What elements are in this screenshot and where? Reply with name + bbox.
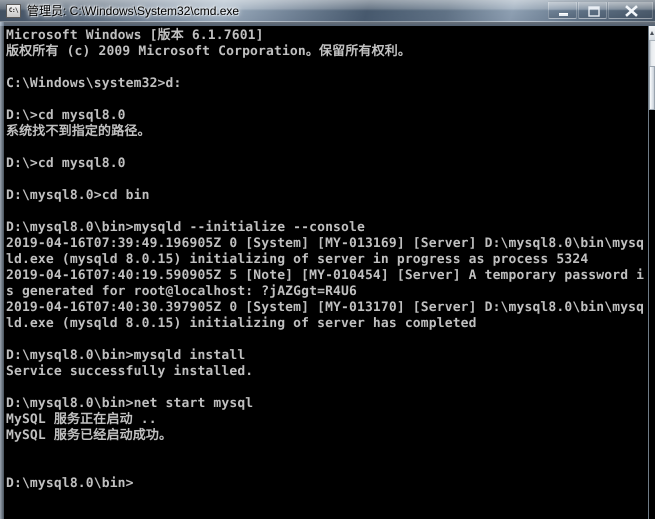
console-line: D:\mysql8.0\bin>net start mysql xyxy=(6,396,254,411)
console-line: D:\>cd mysql8.0 xyxy=(6,108,126,123)
console-line: MySQL 服务已经启动成功。 xyxy=(6,428,173,443)
window-title: 管理员: C:\Windows\System32\cmd.exe xyxy=(27,4,240,18)
console-line: 2019-04-16T07:40:19.590905Z 5 [Note] [MY… xyxy=(6,268,645,283)
scroll-thumb[interactable] xyxy=(649,66,655,110)
console-line: Service successfully installed. xyxy=(6,364,254,379)
scroll-track[interactable] xyxy=(649,110,655,519)
console-line: s generated for root@localhost: ?jAZGgt=… xyxy=(6,284,357,299)
window-controls xyxy=(547,1,653,19)
console-line: C:\Windows\system32>d: xyxy=(6,76,182,91)
scroll-up-arrow-icon[interactable] xyxy=(649,26,655,41)
maximize-button[interactable] xyxy=(578,1,607,19)
console-line: D:\mysql8.0>cd bin xyxy=(6,188,150,203)
console-scrollbar[interactable] xyxy=(648,26,655,519)
cmd-icon: C:\ xyxy=(6,4,21,18)
console-output: Microsoft Windows [版本 6.1.7601] 版权所有 (c) … xyxy=(6,28,648,492)
console-line: MySQL 服务正在启动 .. xyxy=(6,412,157,427)
close-button[interactable] xyxy=(608,1,653,19)
console-line: 版权所有 (c) 2009 Microsoft Corporation。保留所有… xyxy=(6,44,412,59)
console-line: D:\mysql8.0\bin> xyxy=(6,476,134,491)
console-client-area[interactable]: Microsoft Windows [版本 6.1.7601] 版权所有 (c) … xyxy=(4,26,648,519)
console-line: D:\>cd mysql8.0 xyxy=(6,156,126,171)
cmd-window: C:\ 管理员: C:\Windows\System32\cmd.exe Mic… xyxy=(0,0,655,519)
console-line: ld.exe (mysqld 8.0.15) initializing of s… xyxy=(6,316,477,331)
console-line: D:\mysql8.0\bin>mysqld install xyxy=(6,348,246,363)
console-line: 2019-04-16T07:39:49.196905Z 0 [System] [… xyxy=(6,236,645,251)
console-line: ld.exe (mysqld 8.0.15) initializing of s… xyxy=(6,252,589,267)
console-line: D:\mysql8.0\bin>mysqld --initialize --co… xyxy=(6,220,365,235)
minimize-button[interactable] xyxy=(548,1,577,19)
console-line: 2019-04-16T07:40:30.397905Z 0 [System] [… xyxy=(6,300,645,315)
console-line: Microsoft Windows [版本 6.1.7601] xyxy=(6,28,264,43)
title-bar[interactable]: C:\ 管理员: C:\Windows\System32\cmd.exe xyxy=(0,0,655,22)
console-line: 系统找不到指定的路径。 xyxy=(6,124,151,139)
